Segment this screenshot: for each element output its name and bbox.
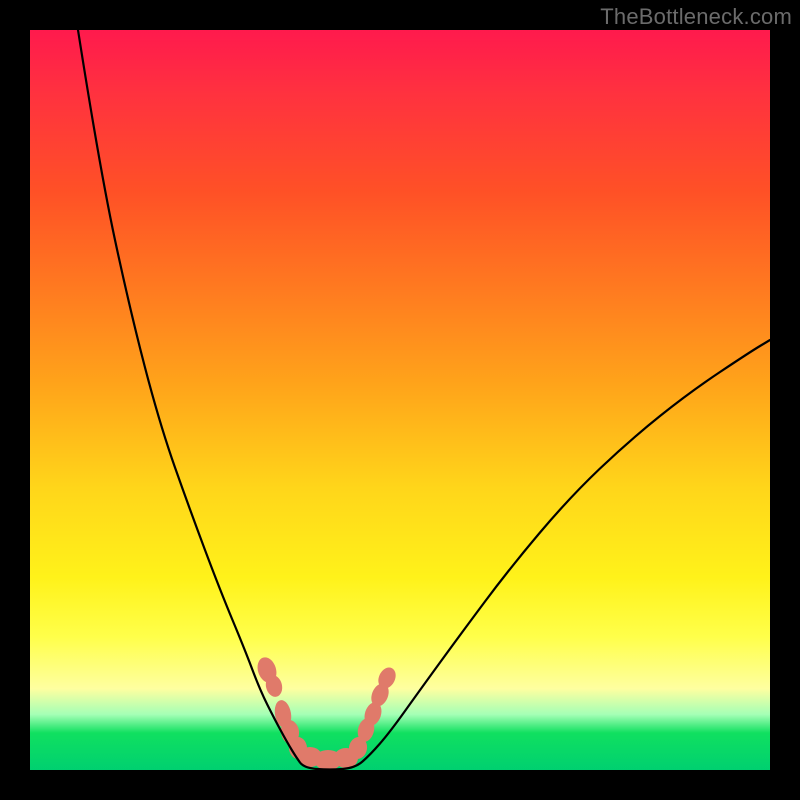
- curve-layer: [30, 30, 770, 770]
- bottleneck-curve: [78, 30, 770, 770]
- marker-layer: [254, 655, 399, 770]
- watermark-text: TheBottleneck.com: [600, 4, 792, 30]
- plot-area: [30, 30, 770, 770]
- chart-frame: TheBottleneck.com: [0, 0, 800, 800]
